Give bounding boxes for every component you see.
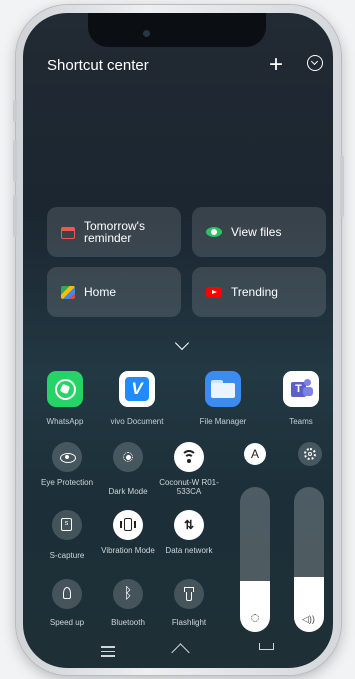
card-label: View files — [231, 225, 282, 239]
volume-slider[interactable]: ◁)) — [294, 487, 324, 632]
app-teams[interactable]: T Teams — [271, 371, 331, 426]
bluetooth-icon: ᛒ — [123, 585, 133, 602]
card-home[interactable]: Home — [47, 267, 181, 317]
eye-icon — [206, 227, 222, 237]
calendar-icon — [61, 227, 75, 239]
folder-icon — [205, 371, 241, 407]
card-label: Home — [84, 285, 117, 299]
back-icon — [259, 643, 274, 650]
maps-icon — [61, 285, 75, 299]
card-trending[interactable]: Trending — [192, 267, 326, 317]
auto-brightness-button[interactable]: A — [244, 443, 266, 465]
card-tomorrows-reminder[interactable]: Tomorrow's reminder — [47, 207, 181, 257]
nav-home-button[interactable] — [171, 642, 190, 662]
card-label: Tomorrow's reminder — [84, 219, 145, 245]
toggle-eye-protection[interactable] — [52, 442, 82, 472]
card-label: Trending — [231, 285, 278, 299]
brightness-fill — [240, 581, 270, 632]
card-view-files[interactable]: View files — [192, 207, 326, 257]
collapse-button[interactable] — [307, 55, 323, 71]
notch — [88, 13, 266, 47]
app-label: WhatsApp — [46, 417, 84, 426]
teams-icon: T — [283, 371, 319, 407]
data-network-icon: ⇅ — [184, 518, 195, 532]
nav-menu-button[interactable] — [101, 646, 115, 657]
toggle-speed-up[interactable] — [52, 579, 82, 609]
toggle-data-network[interactable]: ⇅ — [174, 510, 204, 540]
screenshot-icon: s — [61, 518, 72, 531]
toggle-label: Speed up — [49, 618, 85, 627]
toggle-label: Bluetooth — [111, 618, 145, 627]
rocket-icon — [63, 587, 71, 599]
vibration-icon — [124, 518, 132, 531]
page-title: Shortcut center — [47, 57, 149, 74]
volume-down-button — [13, 195, 17, 237]
toggle-label: Coconut-W R01-533CA — [159, 478, 219, 496]
brightness-icon — [251, 614, 259, 622]
brightness-slider[interactable] — [240, 487, 270, 632]
app-whatsapp[interactable]: WhatsApp — [35, 371, 95, 426]
app-vivo-document[interactable]: V vivo Document — [102, 371, 172, 426]
toggle-label: Vibration Mode — [101, 546, 155, 555]
front-camera — [143, 30, 150, 37]
toggle-flashlight[interactable] — [174, 579, 204, 609]
toggle-bluetooth[interactable]: ᛒ — [113, 579, 143, 609]
auto-brightness-label: A — [250, 447, 259, 461]
home-icon — [171, 643, 190, 662]
chevron-down-icon — [310, 57, 319, 66]
app-label: vivo Document — [110, 417, 164, 426]
toggle-label: Dark Mode — [108, 487, 148, 496]
wifi-icon — [181, 450, 197, 466]
vivo-document-icon: V — [119, 371, 155, 407]
toggle-vibration-mode[interactable] — [113, 510, 143, 540]
power-button — [340, 155, 344, 217]
toggle-label: S-capture — [49, 551, 85, 560]
shortcut-center-screen: Shortcut center + Tomorrow's reminder Vi… — [23, 13, 333, 668]
app-label: Teams — [289, 417, 313, 426]
toggle-dark-mode[interactable] — [113, 442, 143, 472]
toggle-label: Flashlight — [171, 618, 207, 627]
menu-icon — [101, 646, 115, 657]
volume-icon: ◁)) — [302, 614, 315, 624]
toggle-wifi[interactable] — [174, 442, 204, 472]
app-file-manager[interactable]: File Manager — [193, 371, 253, 426]
expand-chevron-icon[interactable] — [174, 335, 190, 351]
nav-back-button[interactable] — [259, 643, 274, 650]
whatsapp-icon — [47, 371, 83, 407]
mute-switch — [13, 100, 17, 122]
settings-button[interactable] — [298, 442, 322, 466]
volume-up-button — [13, 140, 17, 182]
toggle-label: Data network — [165, 546, 213, 555]
add-shortcut-button[interactable]: + — [269, 51, 283, 79]
youtube-icon — [206, 286, 222, 298]
app-label: File Manager — [199, 417, 247, 426]
toggle-s-capture[interactable]: s — [52, 510, 82, 540]
toggle-label: Eye Protection — [40, 478, 94, 487]
